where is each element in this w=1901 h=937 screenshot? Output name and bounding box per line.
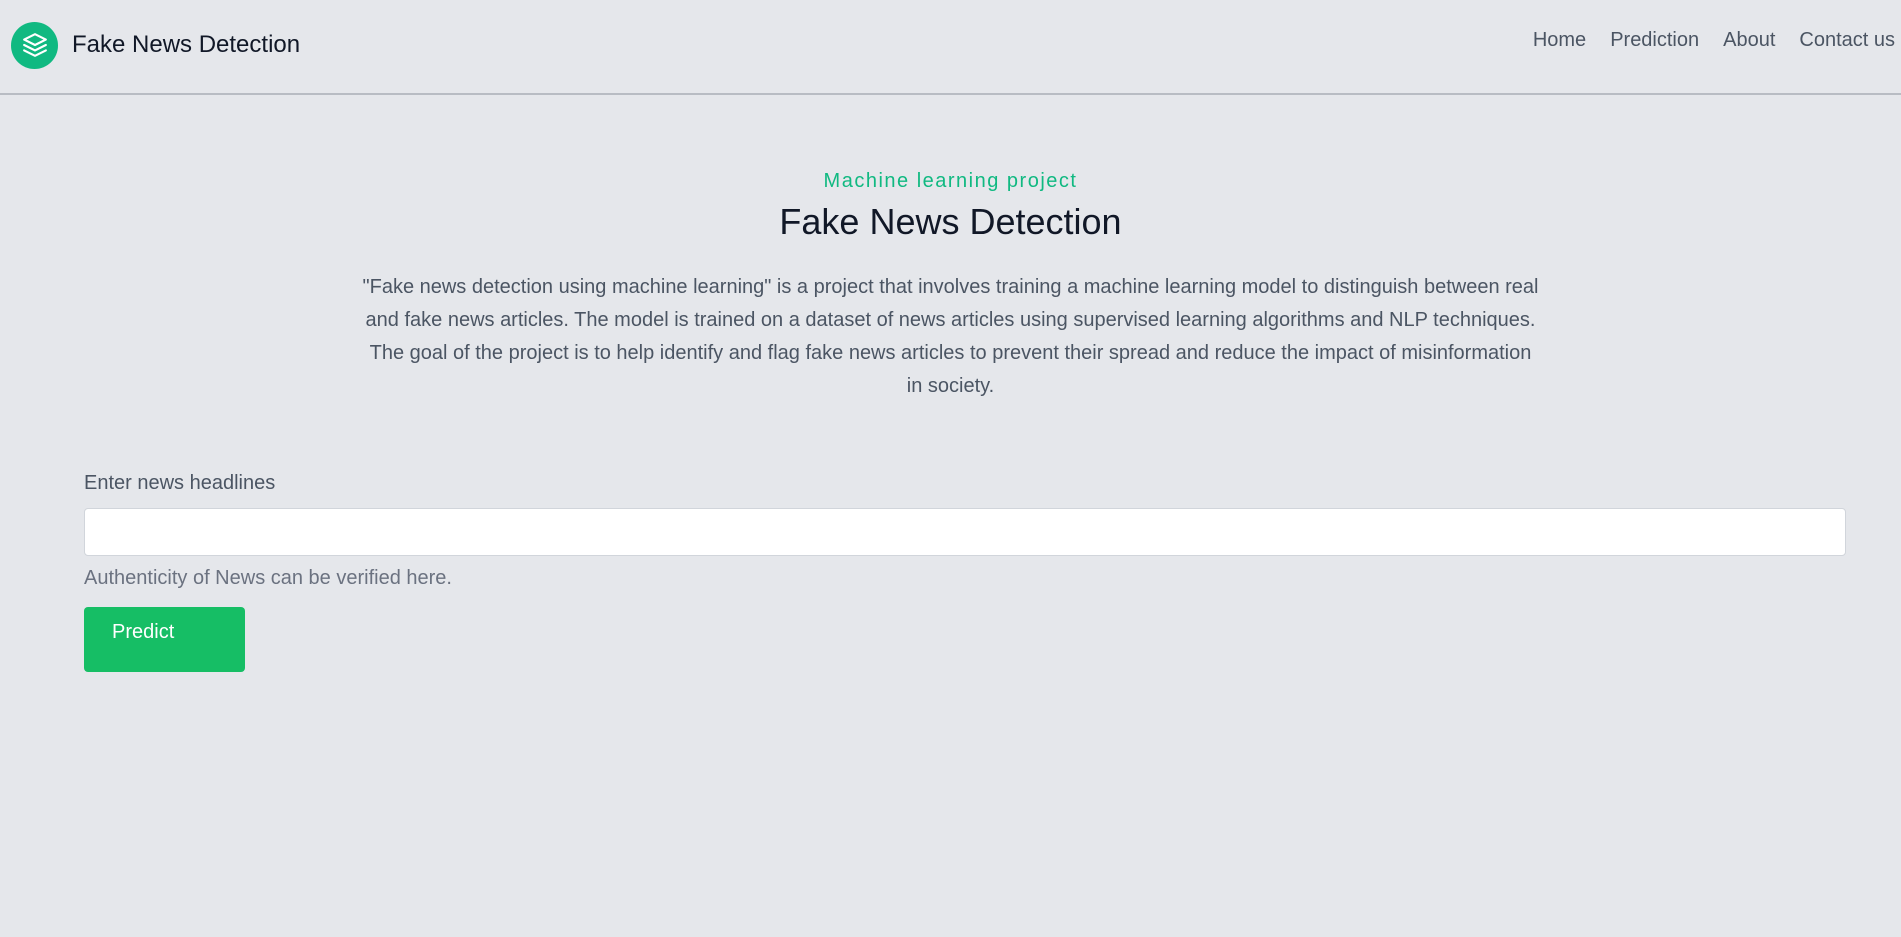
prediction-form: Enter news headlines Authenticity of New… xyxy=(84,469,1846,672)
nav-link-home[interactable]: Home xyxy=(1533,26,1586,54)
headline-help-text: Authenticity of News can be verified her… xyxy=(84,567,452,589)
brand[interactable]: Fake News Detection xyxy=(11,21,300,69)
hero-eyebrow: Machine learning project xyxy=(823,170,1078,192)
brand-name: Fake News Detection xyxy=(72,31,301,58)
layers-icon xyxy=(11,21,58,69)
predict-button[interactable]: Predict xyxy=(84,607,245,672)
main-nav: Home Prediction About Contact us xyxy=(1509,26,1895,54)
nav-link-about[interactable]: About xyxy=(1723,26,1775,54)
nav-link-prediction[interactable]: Prediction xyxy=(1610,26,1699,54)
page-title: Fake News Detection xyxy=(779,201,1122,242)
nav-link-contact[interactable]: Contact us xyxy=(1799,26,1895,54)
headline-label: Enter news headlines xyxy=(84,472,276,494)
headline-input[interactable] xyxy=(84,508,1846,556)
hero-section: Machine learning project Fake News Detec… xyxy=(0,165,1901,403)
site-header: Fake News Detection Home Prediction Abou… xyxy=(0,0,1901,95)
hero-description: "Fake news detection using machine learn… xyxy=(362,276,1539,397)
